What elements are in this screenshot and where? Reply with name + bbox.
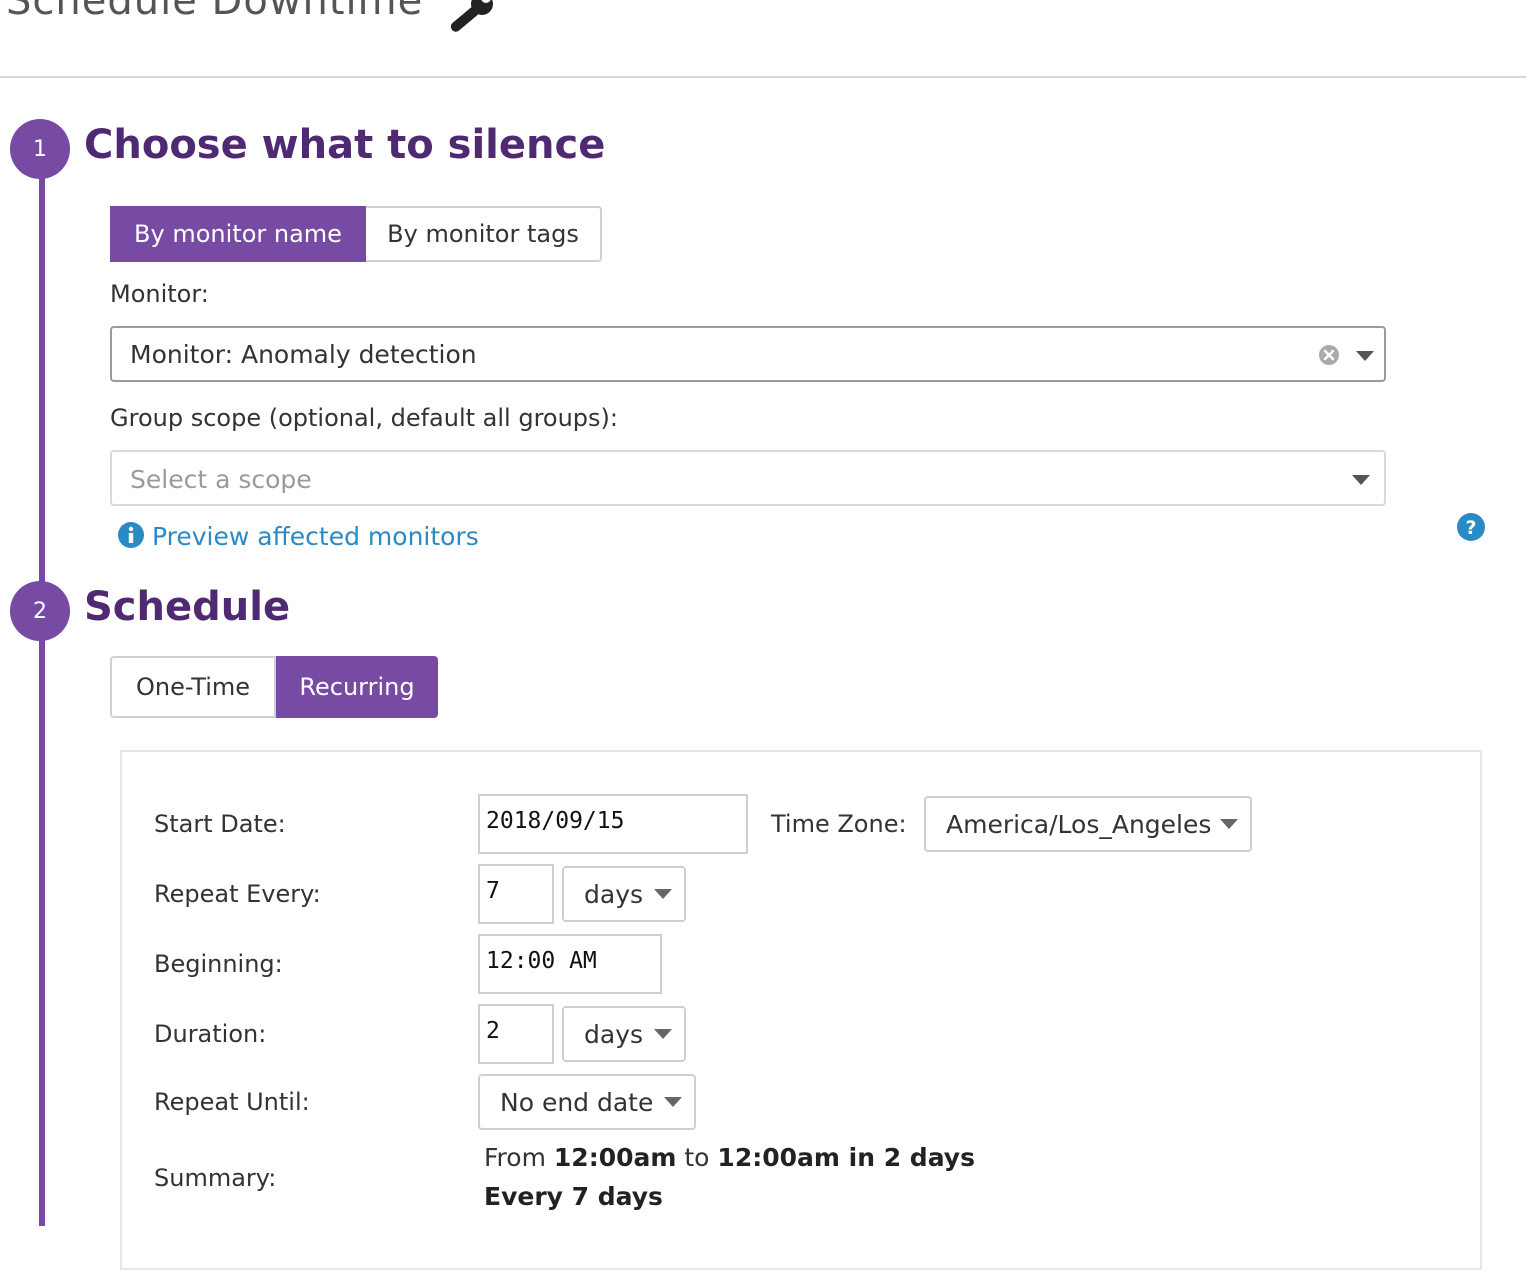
repeat-every-unit-value: days	[584, 879, 644, 909]
help-icon[interactable]: ?	[1457, 513, 1485, 545]
start-date-label: Start Date:	[154, 810, 286, 838]
repeat-every-unit-select[interactable]: days	[562, 866, 686, 922]
repeat-until-select[interactable]: No end date	[478, 1074, 696, 1130]
beginning-label: Beginning:	[154, 950, 283, 978]
schedule-type-toggle: One-Time Recurring	[110, 656, 438, 718]
repeat-every-input[interactable]: 7	[478, 864, 554, 924]
duration-unit-value: days	[584, 1019, 644, 1049]
duration-unit-select[interactable]: days	[562, 1006, 686, 1062]
step-2-heading: Schedule	[84, 584, 291, 630]
summary-line-1: From 12:00am to 12:00am in 2 days	[484, 1143, 975, 1172]
svg-text:?: ?	[1465, 517, 1476, 539]
repeat-until-label: Repeat Until:	[154, 1088, 310, 1116]
tab-by-monitor-tags[interactable]: By monitor tags	[366, 206, 602, 262]
chevron-down-icon	[1220, 819, 1238, 829]
group-scope-label: Group scope (optional, default all group…	[110, 404, 618, 432]
duration-input[interactable]: 2	[478, 1004, 554, 1064]
step-connector-line	[39, 150, 45, 1226]
repeat-every-label: Repeat Every:	[154, 880, 321, 908]
clear-icon[interactable]	[1318, 344, 1340, 370]
monitor-select-value: Monitor: Anomaly detection	[130, 340, 477, 369]
tab-by-monitor-name[interactable]: By monitor name	[110, 206, 366, 262]
chevron-down-icon	[654, 889, 672, 899]
summary-from: From	[484, 1143, 546, 1172]
group-scope-select[interactable]: Select a scope	[110, 450, 1386, 506]
beginning-time-input[interactable]: 12:00 AM	[478, 934, 662, 994]
group-scope-placeholder: Select a scope	[130, 465, 312, 494]
summary-start-time: 12:00am	[553, 1143, 677, 1172]
page-title: Schedule Downtime	[6, 0, 424, 24]
chevron-down-icon	[654, 1029, 672, 1039]
step-1-heading: Choose what to silence	[84, 122, 606, 168]
time-zone-select[interactable]: America/Los_Angeles	[924, 796, 1252, 852]
wrench-icon	[446, 0, 502, 40]
step-1-badge: 1	[10, 119, 70, 179]
summary-line-2: Every 7 days	[484, 1182, 663, 1211]
time-zone-label: Time Zone:	[771, 810, 907, 838]
summary-label: Summary:	[154, 1164, 277, 1192]
monitor-label: Monitor:	[110, 280, 209, 308]
step-2-badge: 2	[10, 581, 70, 641]
summary-end-time: 12:00am in 2 days	[717, 1143, 975, 1172]
summary-cadence: Every 7 days	[484, 1182, 663, 1211]
time-zone-value: America/Los_Angeles	[946, 809, 1212, 839]
tab-recurring[interactable]: Recurring	[276, 656, 438, 718]
summary-to: to	[684, 1143, 710, 1172]
preview-affected-monitors-link[interactable]: Preview affected monitors	[152, 522, 479, 551]
duration-label: Duration:	[154, 1020, 267, 1048]
repeat-until-value: No end date	[500, 1087, 654, 1117]
start-date-input[interactable]: 2018/09/15	[478, 794, 748, 854]
chevron-down-icon[interactable]	[1352, 475, 1370, 485]
monitor-select[interactable]: Monitor: Anomaly detection	[110, 326, 1386, 382]
chevron-down-icon[interactable]	[1356, 351, 1374, 361]
chevron-down-icon	[664, 1097, 682, 1107]
tab-one-time[interactable]: One-Time	[110, 656, 276, 718]
header-divider	[0, 76, 1526, 78]
silence-mode-toggle: By monitor name By monitor tags	[110, 206, 602, 262]
info-icon	[118, 522, 144, 552]
